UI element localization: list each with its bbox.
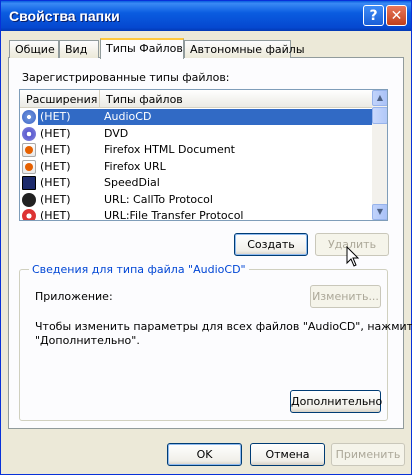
scroll-thumb[interactable]: [372, 107, 387, 124]
list-item[interactable]: (НЕТ) AudioCD: [20, 109, 372, 126]
tab-file-types[interactable]: Типы Файлов: [100, 38, 184, 59]
cancel-button[interactable]: Отмена: [250, 443, 325, 466]
help-icon: ?: [369, 7, 378, 24]
chevron-down-icon: ▼: [376, 207, 384, 216]
column-header-type[interactable]: Типы файлов: [100, 90, 372, 108]
chevron-up-icon: ▲: [376, 93, 384, 102]
speeddial-icon: [22, 176, 36, 190]
tab-offline-files[interactable]: Автономные файлы: [184, 40, 305, 58]
details-group-title: Сведения для типа файла "AudioCD": [29, 263, 249, 276]
list-item[interactable]: (НЕТ) URL:File Transfer Protocol: [20, 208, 372, 220]
firefox-doc-icon: [22, 143, 36, 157]
firefox-url-icon: [22, 159, 36, 174]
create-button[interactable]: Создать: [234, 233, 308, 256]
list-header: Расширения Типы файлов: [20, 90, 372, 108]
list-item[interactable]: (НЕТ) Firefox HTML Document: [20, 142, 372, 159]
hint-text-line2: "Дополнительно".: [35, 334, 140, 347]
help-button[interactable]: ?: [363, 5, 384, 26]
dvd-icon: [22, 126, 36, 141]
change-button[interactable]: Изменить...: [310, 285, 381, 308]
close-icon: ✕: [390, 7, 403, 24]
application-label: Приложение:: [35, 290, 113, 303]
close-button[interactable]: ✕: [386, 5, 407, 26]
scroll-down-button[interactable]: ▼: [372, 204, 387, 220]
advanced-button[interactable]: Дополнительно: [290, 390, 382, 413]
hint-text-line1: Чтобы изменить параметры для всех файлов…: [35, 320, 412, 333]
list-item[interactable]: (НЕТ) SpeedDial: [20, 175, 372, 192]
list-item[interactable]: (НЕТ) URL: CallTo Protocol: [20, 192, 372, 209]
title-bar[interactable]: Свойства папки ? ✕: [1, 1, 411, 31]
apply-button[interactable]: Применить: [331, 443, 405, 466]
audio-cd-icon: [22, 110, 36, 124]
list-item[interactable]: (НЕТ) DVD: [20, 126, 372, 143]
mouse-cursor-icon: [346, 246, 360, 267]
list-item[interactable]: (НЕТ) Firefox URL: [20, 159, 372, 176]
callto-icon: [22, 192, 36, 207]
tab-general[interactable]: Общие: [9, 40, 59, 58]
ok-button[interactable]: OK: [167, 443, 242, 466]
folder-options-window: Свойства папки ? ✕ Общие Вид Типы Файлов…: [0, 0, 412, 475]
vertical-scrollbar[interactable]: ▲ ▼: [372, 90, 387, 220]
file-types-list[interactable]: Расширения Типы файлов (НЕТ) AudioCD (НЕ…: [19, 89, 388, 221]
window-title: Свойства папки: [9, 8, 120, 24]
list-rows: (НЕТ) AudioCD (НЕТ) DVD (НЕТ) Firefox HT…: [20, 109, 372, 220]
scroll-up-button[interactable]: ▲: [372, 90, 387, 106]
tab-view[interactable]: Вид: [59, 40, 99, 58]
column-header-extension[interactable]: Расширения: [20, 90, 100, 108]
ftp-icon: [22, 209, 36, 220]
registered-types-label: Зарегистрированные типы файлов:: [22, 71, 230, 84]
